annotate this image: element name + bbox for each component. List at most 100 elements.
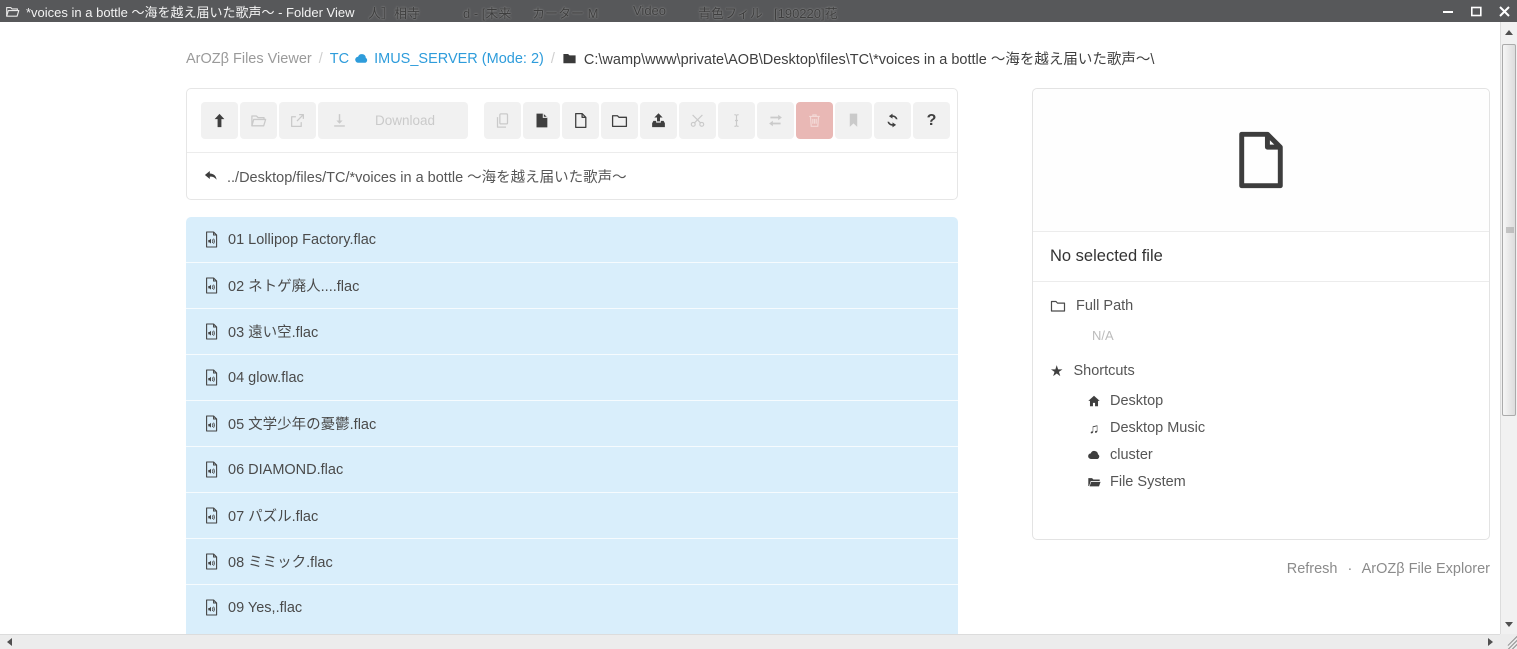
- shortcut-item-cluster[interactable]: cluster: [1086, 447, 1472, 463]
- home-icon: [1086, 394, 1102, 408]
- audio-file-icon: [204, 599, 219, 616]
- move-button[interactable]: [757, 102, 794, 139]
- copy-icon: [494, 112, 511, 129]
- file-name: 09 Yes,.flac: [228, 600, 302, 616]
- parent-path-bar[interactable]: ../Desktop/files/TC/*voices in a bottle …: [187, 153, 957, 199]
- file-name: 04 glow.flac: [228, 370, 304, 386]
- file-name: 05 文学少年の憂鬱.flac: [228, 413, 376, 434]
- rename-button[interactable]: [718, 102, 755, 139]
- external-link-icon: [289, 112, 306, 129]
- vertical-scrollbar[interactable]: [1500, 22, 1517, 634]
- new-folder-button[interactable]: [601, 102, 638, 139]
- folder-solid-icon: [562, 51, 577, 66]
- audio-file-icon: [204, 553, 219, 570]
- background-window-label: [190220]花: [774, 3, 838, 22]
- shortcut-item-desktop-music[interactable]: ♫Desktop Music: [1086, 420, 1472, 436]
- move-icon: [767, 112, 784, 129]
- shortcut-label: Desktop: [1110, 393, 1163, 409]
- shortcut-label: File System: [1110, 474, 1186, 490]
- window-title: *voices in a bottle ～海を越え届いた歌声～ - Folder…: [26, 2, 354, 21]
- toolbar: Download?: [187, 89, 957, 153]
- audio-file-icon: [204, 277, 219, 294]
- audio-file-icon: [204, 461, 219, 478]
- file-row[interactable]: 07 パズル.flac: [186, 492, 958, 538]
- cloud-icon: [354, 51, 369, 66]
- footer-separator: ·: [1348, 561, 1353, 577]
- background-window-label: 人］相寺: [368, 3, 420, 22]
- go-up-button[interactable]: [201, 102, 238, 139]
- file-name: 06 DIAMOND.flac: [228, 462, 343, 478]
- music-icon: ♫: [1086, 421, 1102, 435]
- help-icon: ?: [927, 113, 937, 129]
- parent-path-text: ../Desktop/files/TC/*voices in a bottle …: [227, 166, 627, 187]
- shortcuts-label: Shortcuts: [1073, 363, 1134, 379]
- folder-outline-icon: [1050, 298, 1066, 314]
- bookmark-icon: [845, 112, 862, 129]
- download-icon: [331, 112, 348, 129]
- file-preview-area: [1033, 89, 1489, 232]
- paste-button[interactable]: [523, 102, 560, 139]
- breadcrumb-path-text: C:\wamp\www\private\AOB\Desktop\files\TC…: [584, 48, 1154, 69]
- shortcut-item-desktop[interactable]: Desktop: [1086, 393, 1472, 409]
- scroll-up-button[interactable]: [1501, 24, 1517, 40]
- breadcrumb: ArOZβ Files Viewer / TC IMUS_SERVER (Mod…: [186, 48, 1154, 69]
- download-button-label: Download: [348, 113, 468, 128]
- file-row[interactable]: 08 ミミック.flac: [186, 538, 958, 584]
- shortcut-label: cluster: [1110, 447, 1153, 463]
- open-button[interactable]: [240, 102, 277, 139]
- file-row[interactable]: 03 遠い空.flac: [186, 308, 958, 354]
- full-path-value: N/A: [1092, 328, 1472, 343]
- app-name-link[interactable]: ArOZβ File Explorer: [1362, 561, 1490, 577]
- footer: Refresh · ArOZβ File Explorer: [1287, 561, 1490, 577]
- no-selection-message: No selected file: [1033, 232, 1489, 282]
- file-row[interactable]: 02 ネトゲ廃人....flac: [186, 262, 958, 308]
- refresh-button[interactable]: [874, 102, 911, 139]
- file-row[interactable]: 04 glow.flac: [186, 354, 958, 400]
- cut-icon: [689, 112, 706, 129]
- file-list: 01 Lollipop Factory.flac02 ネトゲ廃人....flac…: [186, 217, 958, 630]
- file-row[interactable]: 01 Lollipop Factory.flac: [186, 217, 958, 262]
- delete-button[interactable]: [796, 102, 833, 139]
- background-window-label: 青色フィル: [698, 3, 763, 22]
- breadcrumb-server-group: TC: [330, 51, 349, 67]
- close-button[interactable]: [1497, 5, 1511, 17]
- audio-file-icon: [204, 369, 219, 386]
- file-row[interactable]: 09 Yes,.flac: [186, 584, 958, 630]
- new-file-button[interactable]: [562, 102, 599, 139]
- copy-button[interactable]: [484, 102, 521, 139]
- file-row[interactable]: 05 文学少年の憂鬱.flac: [186, 400, 958, 446]
- refresh-icon: [884, 112, 901, 129]
- help-button[interactable]: ?: [913, 102, 950, 139]
- vertical-scrollbar-thumb[interactable]: [1502, 44, 1516, 416]
- toolbar-card: Download? ../Desktop/files/TC/*voices in…: [186, 88, 958, 200]
- audio-file-icon: [204, 415, 219, 432]
- open-external-button[interactable]: [279, 102, 316, 139]
- audio-file-icon: [204, 507, 219, 524]
- horizontal-scrollbar[interactable]: [0, 634, 1517, 649]
- breadcrumb-server-name: IMUS_SERVER (Mode: 2): [374, 51, 544, 67]
- refresh-link[interactable]: Refresh: [1287, 561, 1338, 577]
- window-resize-grip[interactable]: [1500, 634, 1517, 649]
- file-name: 07 パズル.flac: [228, 505, 318, 526]
- file-details-panel: No selected file Full Path N/A ★ Shortcu…: [1032, 88, 1490, 540]
- scroll-left-button[interactable]: [2, 636, 16, 648]
- new-file-icon: [572, 112, 589, 129]
- upload-button[interactable]: [640, 102, 677, 139]
- breadcrumb-server[interactable]: TC IMUS_SERVER (Mode: 2): [330, 51, 544, 67]
- minimize-button[interactable]: [1441, 5, 1455, 17]
- maximize-button[interactable]: [1469, 5, 1483, 17]
- upload-icon: [650, 112, 667, 129]
- breadcrumb-app-name[interactable]: ArOZβ Files Viewer: [186, 51, 312, 67]
- download-button[interactable]: Download: [318, 102, 468, 139]
- breadcrumb-separator: /: [319, 51, 323, 67]
- file-row[interactable]: 06 DIAMOND.flac: [186, 446, 958, 492]
- rename-icon: [728, 112, 745, 129]
- shortcut-item-file-system[interactable]: File System: [1086, 474, 1472, 490]
- file-name: 03 遠い空.flac: [228, 321, 318, 342]
- bookmark-button[interactable]: [835, 102, 872, 139]
- full-path-label: Full Path: [1076, 298, 1133, 314]
- scroll-right-button[interactable]: [1483, 636, 1497, 648]
- scroll-down-button[interactable]: [1501, 616, 1517, 632]
- folder-open-icon: [4, 4, 20, 18]
- cut-button[interactable]: [679, 102, 716, 139]
